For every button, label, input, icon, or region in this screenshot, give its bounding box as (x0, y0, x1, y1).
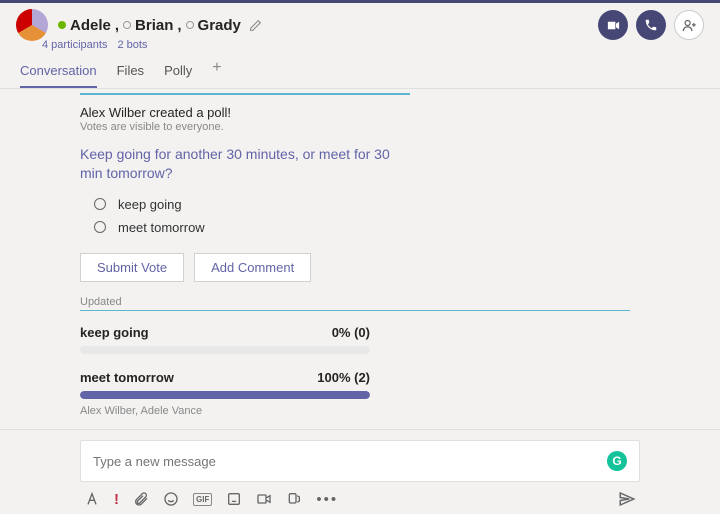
poll-visibility-line: Votes are visible to everyone. (80, 121, 410, 133)
poll-card: Alex Wilber created a poll! Votes are vi… (80, 93, 410, 282)
poll-option[interactable]: meet tomorrow (94, 220, 410, 235)
chat-subtitle: 4 participants 2 bots (42, 39, 720, 51)
group-avatar (16, 9, 48, 41)
result-value: 0% (0) (332, 325, 370, 340)
result-bar-fill (80, 391, 370, 399)
gif-icon[interactable]: GIF (193, 493, 212, 506)
grammarly-icon[interactable]: G (607, 451, 627, 471)
presence-offline-icon (123, 21, 131, 29)
meet-now-icon[interactable] (256, 491, 272, 507)
sticker-icon[interactable] (226, 491, 242, 507)
tab-conversation[interactable]: Conversation (20, 59, 97, 88)
result-label: keep going (80, 325, 149, 340)
tab-polly[interactable]: Polly (164, 59, 192, 88)
poll-option[interactable]: keep going (94, 197, 410, 212)
result-row: keep going 0% (0) (80, 325, 370, 340)
presence-available-icon (58, 21, 66, 29)
stream-icon[interactable] (286, 491, 302, 507)
result-bar (80, 346, 370, 354)
updated-label: Updated (80, 296, 630, 308)
message-input[interactable] (93, 454, 607, 469)
participants-link[interactable]: 4 participants (42, 39, 107, 51)
conversation-area: Alex Wilber created a poll! Votes are vi… (0, 89, 720, 449)
result-value: 100% (2) (317, 370, 370, 385)
add-people-button[interactable] (674, 10, 704, 40)
poll-option-label: keep going (118, 197, 182, 212)
chat-title: Adele, Brian, Grady (58, 17, 262, 34)
divider (80, 310, 630, 311)
radio-icon[interactable] (94, 221, 106, 233)
poll-question: Keep going for another 30 minutes, or me… (80, 145, 410, 183)
chat-header: Adele, Brian, Grady (0, 3, 720, 41)
attach-icon[interactable] (133, 491, 149, 507)
poll-creator-line: Alex Wilber created a poll! (80, 105, 410, 120)
audio-call-button[interactable] (636, 10, 666, 40)
video-call-button[interactable] (598, 10, 628, 40)
bots-link[interactable]: 2 bots (117, 39, 147, 51)
participant-name: Brian (135, 17, 173, 34)
emoji-icon[interactable] (163, 491, 179, 507)
header-actions (598, 10, 704, 40)
add-tab-button[interactable]: + (212, 59, 221, 88)
compose-toolbar: ! GIF ••• (80, 482, 640, 508)
tab-bar: Conversation Files Polly + (0, 51, 720, 89)
voters-list: Alex Wilber, Adele Vance (80, 405, 630, 417)
participant-name: Grady (198, 17, 241, 34)
compose-area: G ! GIF ••• (0, 429, 720, 514)
radio-icon[interactable] (94, 198, 106, 210)
result-row: meet tomorrow 100% (2) (80, 370, 370, 385)
submit-vote-button[interactable]: Submit Vote (80, 253, 184, 282)
more-icon[interactable]: ••• (316, 491, 338, 508)
presence-offline-icon (186, 21, 194, 29)
result-label: meet tomorrow (80, 370, 174, 385)
format-icon[interactable] (84, 491, 100, 507)
add-comment-button[interactable]: Add Comment (194, 253, 311, 282)
result-bar (80, 391, 370, 399)
priority-icon[interactable]: ! (114, 491, 119, 508)
poll-option-label: meet tomorrow (118, 220, 205, 235)
participant-name: Adele (70, 17, 111, 34)
message-input-box[interactable]: G (80, 440, 640, 482)
send-button[interactable] (618, 490, 636, 508)
tab-files[interactable]: Files (117, 59, 144, 88)
edit-title-icon[interactable] (249, 19, 262, 32)
